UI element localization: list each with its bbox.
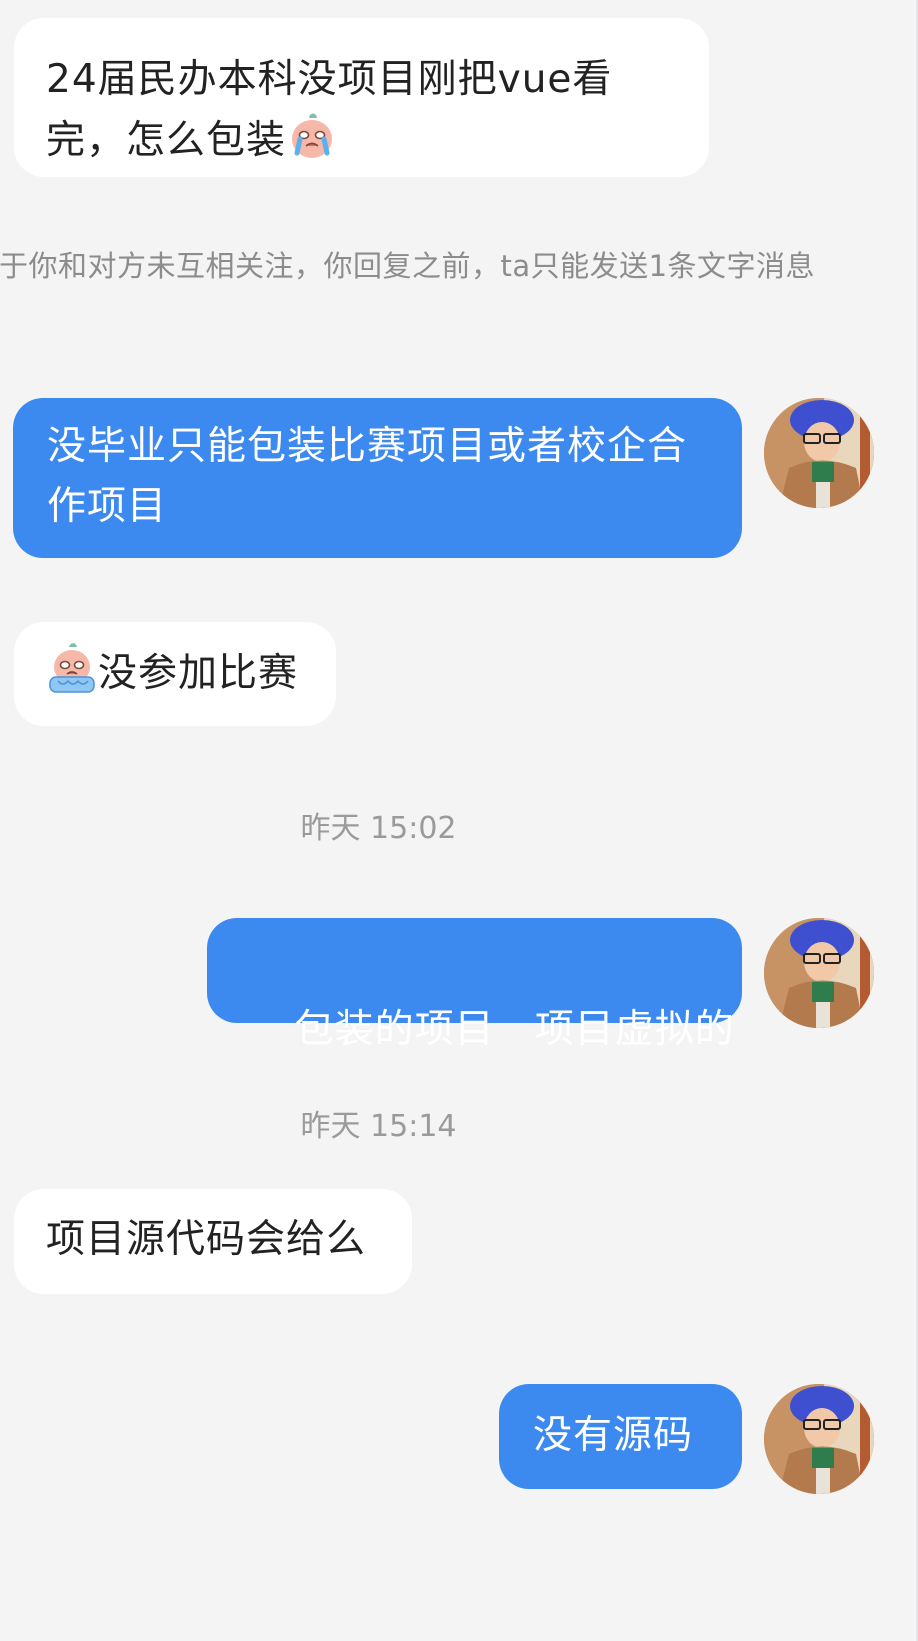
timestamp: 昨天 15:14 xyxy=(300,1109,457,1144)
avatar[interactable] xyxy=(764,918,874,1028)
message-text: 没参加比赛 xyxy=(98,651,299,696)
timestamp: 昨天 15:02 xyxy=(300,811,457,846)
outgoing-message-bubble[interactable]: 包装的项目 项目虚拟的 xyxy=(207,918,742,1052)
message-text: 没有源码 xyxy=(533,1413,694,1458)
user-avatar-icon xyxy=(764,918,874,1028)
outgoing-message-bubble[interactable]: 没毕业只能包装比赛项目或者校企合作项目 xyxy=(13,398,742,558)
crying-face-emoji-icon xyxy=(286,110,338,162)
system-note: 于你和对方未互相关注，你回复之前，ta只能发送1条文字消息 xyxy=(0,249,816,283)
user-avatar-icon xyxy=(764,398,874,508)
incoming-message-bubble[interactable]: 项目源代码会给么 xyxy=(14,1189,412,1294)
message-text: 项目源代码会给么 xyxy=(46,1217,367,1262)
user-avatar-icon xyxy=(764,1384,874,1494)
avatar[interactable] xyxy=(764,1384,874,1494)
avatar[interactable] xyxy=(764,398,874,508)
message-text: 没毕业只能包装比赛项目或者校企合作项目 xyxy=(47,424,688,529)
outgoing-message-bubble[interactable]: 没有源码 xyxy=(499,1384,742,1489)
incoming-message-bubble[interactable]: 24届民办本科没项目刚把vue看完，怎么包装 xyxy=(14,18,709,177)
message-text: 包装的项目 项目虚拟的 xyxy=(294,1007,735,1052)
chat-window: 24届民办本科没项目刚把vue看完，怎么包装 于你和对方未互相关注，你回复之前，… xyxy=(0,0,918,1641)
crying-face-emoji-icon xyxy=(46,643,98,695)
incoming-message-bubble[interactable]: 没参加比赛 xyxy=(14,622,336,726)
